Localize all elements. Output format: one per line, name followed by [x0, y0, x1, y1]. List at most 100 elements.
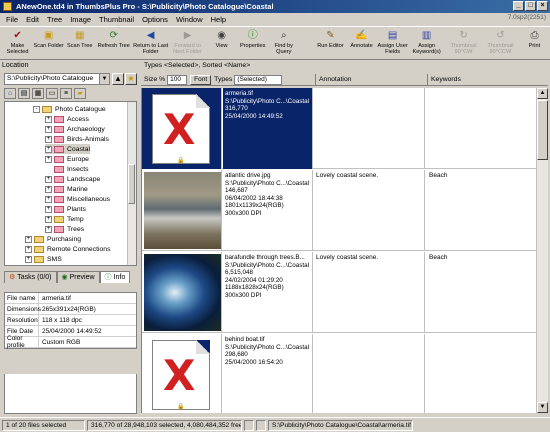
print-button[interactable]: ⎙ Print — [519, 27, 550, 60]
tab-info[interactable]: ⓘ Info — [99, 271, 131, 283]
assign-keywords-button[interactable]: ▥ Assign Keyword(s) — [408, 27, 445, 60]
font-button[interactable]: Font — [190, 74, 212, 85]
thumbnail-cell[interactable]: X 🔒 — [142, 88, 222, 169]
tree-item[interactable]: + Marine — [45, 184, 88, 194]
menu-edit[interactable]: Edit — [22, 15, 43, 24]
menu-window[interactable]: Window — [172, 15, 207, 24]
favorite-button[interactable]: ★ — [125, 73, 137, 85]
folder-tree[interactable]: - Photo Catalogue + Access + Archaeology + Bird… — [4, 101, 137, 266]
expand-icon[interactable]: + — [45, 225, 52, 233]
up-folder-button[interactable]: ▲ — [112, 73, 124, 85]
tree-item[interactable]: + Landscape — [45, 174, 100, 184]
scroll-up-button[interactable]: ▲ — [537, 88, 548, 99]
expand-icon[interactable]: + — [45, 205, 52, 213]
tab-galleries[interactable]: ▦ — [32, 88, 44, 99]
file-row[interactable]: X 🔒 behind boat.tif S:\Publicity\Photo C...… — [142, 334, 536, 413]
file-row[interactable]: barafundle through trees.B... S:\Publicit… — [142, 252, 536, 333]
scan-tree-button[interactable]: ▦ Scan Tree — [64, 27, 95, 60]
tab-preview[interactable]: ◉ Preview — [56, 271, 100, 283]
make-selected-button[interactable]: ✔ Make Selected — [2, 27, 33, 60]
tree-item[interactable]: Insects — [45, 164, 89, 174]
annotation-cell[interactable] — [313, 334, 425, 413]
tree-item[interactable]: + Birds-Animals — [45, 134, 109, 144]
tree-item[interactable]: + Europe — [45, 154, 89, 164]
tree-scrollbar-thumb[interactable] — [128, 164, 135, 204]
tab-drives[interactable]: ▭ — [46, 88, 58, 99]
collapse-icon[interactable]: - — [33, 105, 40, 113]
expand-icon[interactable]: + — [45, 195, 52, 203]
expand-icon[interactable]: + — [25, 245, 32, 253]
expand-icon[interactable]: + — [45, 185, 52, 193]
annotation-cell[interactable] — [313, 88, 425, 169]
close-button[interactable]: × — [537, 1, 548, 11]
file-row[interactable]: X 🔒 armeria.tif S:\Publicity\Photo C...\Coa… — [142, 88, 536, 169]
expand-icon[interactable]: + — [45, 145, 52, 153]
forward-folder-button[interactable]: ▶ Forward to Next Folder — [169, 27, 206, 60]
tab-folders[interactable]: ▰ — [74, 88, 86, 99]
refresh-tree-button[interactable]: ⟳ Refresh Tree — [95, 27, 132, 60]
expand-icon[interactable]: + — [45, 125, 52, 133]
tab-tree[interactable]: ⌂ — [4, 88, 16, 99]
menu-help[interactable]: Help — [207, 15, 230, 24]
expand-icon[interactable]: + — [25, 255, 32, 263]
tree-item[interactable]: + Remote Connections — [25, 244, 110, 254]
chevron-down-icon[interactable]: ▼ — [99, 74, 109, 84]
size-input[interactable]: 100 — [167, 74, 188, 85]
location-select[interactable]: S:\Publicity\Photo Catalogue ▼ — [4, 73, 110, 85]
view-button[interactable]: ◉ View — [206, 27, 237, 60]
file-row[interactable]: atlantic drive.jpg S:\Publicity\Photo C..… — [142, 170, 536, 251]
scan-folder-button[interactable]: ▣ Scan Folder — [33, 27, 64, 60]
menu-thumbnail[interactable]: Thumbnail — [95, 15, 138, 24]
keywords-cell[interactable]: Beach — [426, 170, 536, 251]
scroll-down-button[interactable]: ▼ — [537, 402, 548, 413]
keywords-cell[interactable] — [426, 334, 536, 413]
tree-item[interactable]: + Trees — [45, 224, 84, 234]
run-editor-button[interactable]: ✎ Run Editor — [315, 27, 346, 60]
column-keywords[interactable]: Keywords — [428, 74, 548, 86]
keywords-cell[interactable] — [426, 88, 536, 169]
rotate-ccw-button[interactable]: ↺ Thumbnail 90°CCW — [482, 27, 519, 60]
expand-icon[interactable]: + — [25, 235, 32, 243]
expand-icon[interactable]: + — [45, 215, 52, 223]
menu-file[interactable]: File — [2, 15, 22, 24]
tab-albums[interactable]: ▤ — [18, 88, 30, 99]
tree-item[interactable]: - Photo Catalogue — [33, 104, 106, 114]
expand-icon[interactable]: + — [45, 115, 52, 123]
find-query-button[interactable]: ⌕ Find by Query — [268, 27, 299, 60]
annotation-cell[interactable]: Lovely coastal scene. — [313, 252, 425, 333]
tree-item[interactable]: + Archaeology — [45, 124, 105, 134]
annotation-cell[interactable]: Lovely coastal scene. — [313, 170, 425, 251]
column-annotation[interactable]: Annotation — [316, 73, 428, 86]
expand-icon[interactable]: + — [45, 175, 52, 183]
menu-tree[interactable]: Tree — [43, 15, 66, 24]
tree-item[interactable]: + Miscellaneous — [45, 194, 110, 204]
return-folder-button[interactable]: ◀ Return to Last Folder — [132, 27, 169, 60]
maximize-button[interactable]: □ — [525, 1, 536, 11]
thumbnail-grid[interactable]: X 🔒 armeria.tif S:\Publicity\Photo C...\Coa… — [141, 88, 536, 413]
tree-item[interactable]: + Plants — [45, 204, 86, 214]
keywords-cell[interactable]: Beach — [426, 252, 536, 333]
types-select[interactable]: (Selected) — [234, 74, 283, 85]
expand-icon[interactable]: + — [45, 155, 52, 163]
expand-icon[interactable]: + — [45, 135, 52, 143]
tree-item[interactable]: + Temp — [45, 214, 84, 224]
menu-options[interactable]: Options — [138, 15, 172, 24]
grid-scrollbar-thumb[interactable] — [537, 100, 548, 160]
tree-scrollbar[interactable] — [127, 102, 136, 265]
annotate-button[interactable]: ✍ Annotate — [346, 27, 377, 60]
thumbnail-cell[interactable]: X 🔒 — [142, 334, 222, 413]
assign-fields-button[interactable]: ▤ Assign User Fields — [377, 27, 408, 60]
tree-item[interactable]: + Purchasing — [25, 234, 81, 244]
tree-item[interactable]: + SMS — [25, 254, 62, 264]
menu-image[interactable]: Image — [66, 15, 95, 24]
thumbnail-cell[interactable] — [142, 252, 222, 333]
thumbnail-cell[interactable] — [142, 170, 222, 251]
tab-tasks[interactable]: ⚙ Tasks (0/0) — [4, 271, 57, 283]
rotate-cw-button[interactable]: ↻ Thumbnail 90°CW — [445, 27, 482, 60]
grid-scrollbar[interactable]: ▲ ▼ — [536, 88, 548, 413]
properties-button[interactable]: ⓘ Properties — [237, 27, 268, 60]
tree-item[interactable]: + Access — [45, 114, 89, 124]
tree-item[interactable]: + Coastal — [45, 144, 91, 154]
minimize-button[interactable]: _ — [513, 1, 524, 11]
tab-keywords[interactable]: ≡ — [60, 88, 72, 99]
